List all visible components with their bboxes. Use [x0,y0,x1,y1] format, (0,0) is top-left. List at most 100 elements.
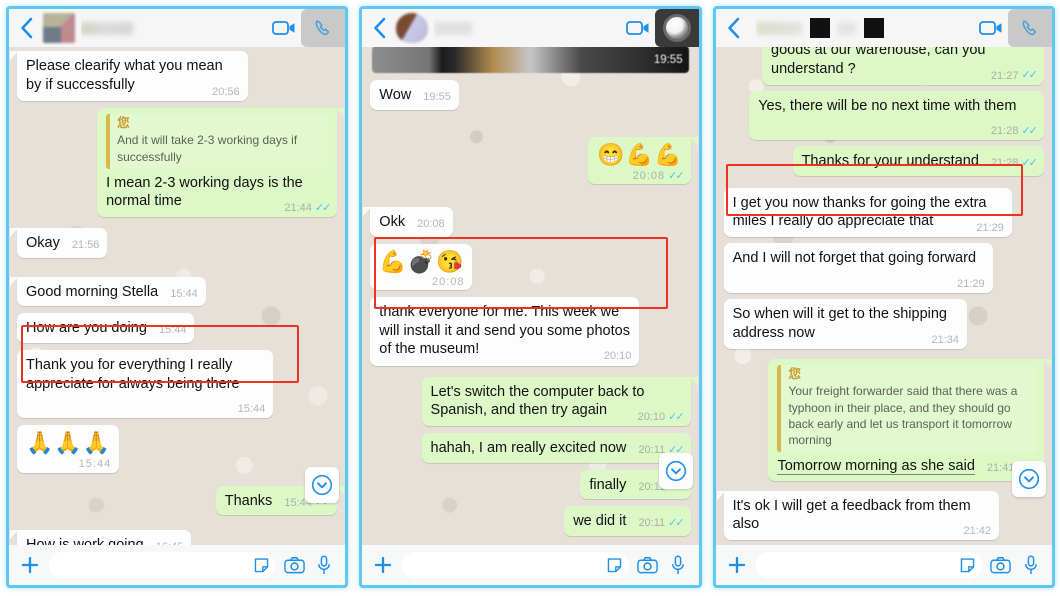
timestamp: 20:10 [637,411,666,424]
message-row: 您 Your freight forwarder said that there… [724,358,1052,481]
plus-icon[interactable] [368,555,398,575]
message-meta: 21:44 ✓✓ [284,201,331,215]
message-text: I get you now thanks for going the extra… [732,194,987,230]
message-input-bar-3[interactable] [715,545,1052,585]
message-text: So when will it get to the shipping addr… [732,306,947,341]
message-bubble-outgoing[interactable]: goods at our warehouse, can you understa… [762,47,1044,85]
message-input-field[interactable] [49,551,276,579]
redaction-block [863,18,884,38]
quoted-reply[interactable]: 您 Your freight forwarder said that there… [777,364,1036,453]
message-row-highlighted: Thank you for everything I really apprec… [17,350,337,419]
message-row: we did it 20:11 ✓✓ [370,506,691,536]
message-bubble-incoming[interactable]: So when will it get to the shipping addr… [723,299,968,349]
plus-icon[interactable] [722,555,752,575]
message-bubble-emoji[interactable]: 💪💣😘 20:08 [370,243,473,291]
quoted-sender: 您 [117,115,130,130]
contact-name-redacted[interactable] [81,15,267,41]
message-bubble-incoming[interactable]: I get you now thanks for going the extra… [723,187,1012,238]
message-bubble-incoming[interactable]: How are you doing 15:44 [17,313,195,344]
header-actions-1 [267,9,346,47]
microphone-icon[interactable] [1016,555,1046,575]
message-bubble-outgoing[interactable]: 您 Your freight forwarder said that there… [768,358,1052,481]
plus-icon[interactable] [15,555,45,575]
message-bubble-incoming[interactable]: Wow 19:55 [370,80,459,110]
video-camera-icon[interactable] [621,9,655,47]
message-meta: 15:44 [159,323,187,337]
message-text: Thanks [224,492,273,509]
contact-avatar[interactable] [43,13,75,43]
message-bubble-incoming[interactable]: Thank you for everything I really apprec… [17,350,274,419]
message-bubble-emoji[interactable]: 😁💪💪 20:08 ✓✓ [588,136,698,185]
contact-name-redacted[interactable] [755,15,974,41]
message-text: Thanks for your understand [801,153,979,170]
video-camera-icon[interactable] [974,9,1008,47]
phone-icon[interactable] [301,9,346,47]
sticker-icon[interactable] [956,557,980,574]
sticker-icon[interactable] [249,557,273,574]
quoted-reply[interactable]: 您 And it will take 2-3 working days if s… [106,113,330,169]
message-text: Let's switch the computer back to Spanis… [430,383,645,419]
message-input-field[interactable] [755,551,982,579]
back-chevron-icon[interactable] [15,15,39,41]
message-list-3[interactable]: goods at our warehouse, can you understa… [715,47,1052,545]
scroll-to-bottom-button[interactable] [658,453,693,489]
message-meta: 21:34 [931,333,959,347]
back-chevron-icon[interactable] [722,15,746,41]
message-input-field[interactable] [402,551,629,579]
message-input-bar-1[interactable] [9,545,346,585]
message-bubble-incoming[interactable]: Okk 20:08 [363,207,453,237]
message-bubble-outgoing[interactable]: Thanks for your understand 21:28 ✓✓ [792,146,1044,176]
message-row: 💪💣😘 20:08 [370,243,690,291]
microphone-icon[interactable] [309,555,339,575]
camera-icon[interactable] [986,556,1016,574]
message-bubble-incoming[interactable]: Okay 21:56 [9,228,108,258]
phone-icon[interactable] [1007,9,1052,47]
message-list-2[interactable]: 19:55 Wow 19:55 😁💪💪 20:08 ✓✓ Okk 20:08 💪… [362,47,699,545]
video-message[interactable]: 19:55 [370,47,690,73]
read-receipt-ticks: ✓✓ [1021,156,1038,169]
message-bubble-outgoing[interactable]: 您 And it will take 2-3 working days if s… [97,107,345,218]
message-bubble-outgoing[interactable]: Yes, there will be no next time with the… [749,90,1044,141]
camera-icon[interactable] [633,556,663,574]
message-text: Yes, there will be no next time with the… [758,97,1017,114]
microphone-icon[interactable] [663,555,693,575]
message-bubble-outgoing[interactable]: hahah, I am really excited now 20:11 ✓✓ [421,433,691,463]
timestamp: 20:10 [603,350,632,363]
quoted-text: Your freight forwarder said that there w… [788,384,1018,447]
message-bubble-incoming[interactable]: And I will not forget that going forward… [723,243,993,294]
timestamp: 21:28 [990,125,1019,138]
message-bubble-incoming[interactable]: It's ok I will get a feedback from them … [716,490,1000,541]
message-bubble-incoming[interactable]: Good morning Stella 15:44 [10,276,206,307]
message-text: hahah, I am really excited now [430,440,627,457]
scroll-to-bottom-button[interactable] [1011,461,1046,497]
message-bubble-incoming[interactable]: How is work going 16:45 [9,530,192,545]
message-meta: 20:10 [604,349,632,363]
message-row: Please clearify what you mean by if succ… [10,51,337,101]
phone-icon[interactable] [654,9,699,47]
message-row: hahah, I am really excited now 20:11 ✓✓ [370,433,691,463]
message-bubble-outgoing[interactable]: Let's switch the computer back to Spanis… [421,376,698,427]
message-bubble-emoji[interactable]: 🙏🙏🙏 15:44 [17,425,120,473]
timestamp: 21:29 [957,277,985,290]
message-bubble-incoming[interactable]: Please clearify what you mean by if succ… [10,51,248,101]
message-bubble-incoming[interactable]: thank everyone for me. This week we will… [370,297,640,366]
contact-name-redacted[interactable] [434,15,620,41]
timestamp: 19:55 [423,91,451,103]
messages-2: 19:55 Wow 19:55 😁💪💪 20:08 ✓✓ Okk 20:08 💪… [363,47,698,545]
message-input-bar-2[interactable] [362,545,699,585]
video-thumbnail[interactable]: 19:55 [372,47,689,73]
back-chevron-icon[interactable] [368,15,392,41]
chat-header-3 [715,9,1052,47]
video-camera-icon[interactable] [267,9,301,47]
message-list-1[interactable]: Please clearify what you mean by if succ… [9,47,346,545]
message-row: Good morning Stella 15:44 [10,276,337,307]
message-row: Okay 21:56 [9,228,337,258]
contact-name-blur [755,21,802,35]
scroll-to-bottom-button[interactable] [305,467,340,503]
message-meta: 15:44 [26,459,111,471]
timestamp: 21:34 [931,333,960,346]
sticker-icon[interactable] [603,557,627,574]
message-bubble-outgoing[interactable]: we did it 20:11 ✓✓ [564,506,691,536]
contact-avatar[interactable] [396,13,429,43]
camera-icon[interactable] [279,556,309,574]
